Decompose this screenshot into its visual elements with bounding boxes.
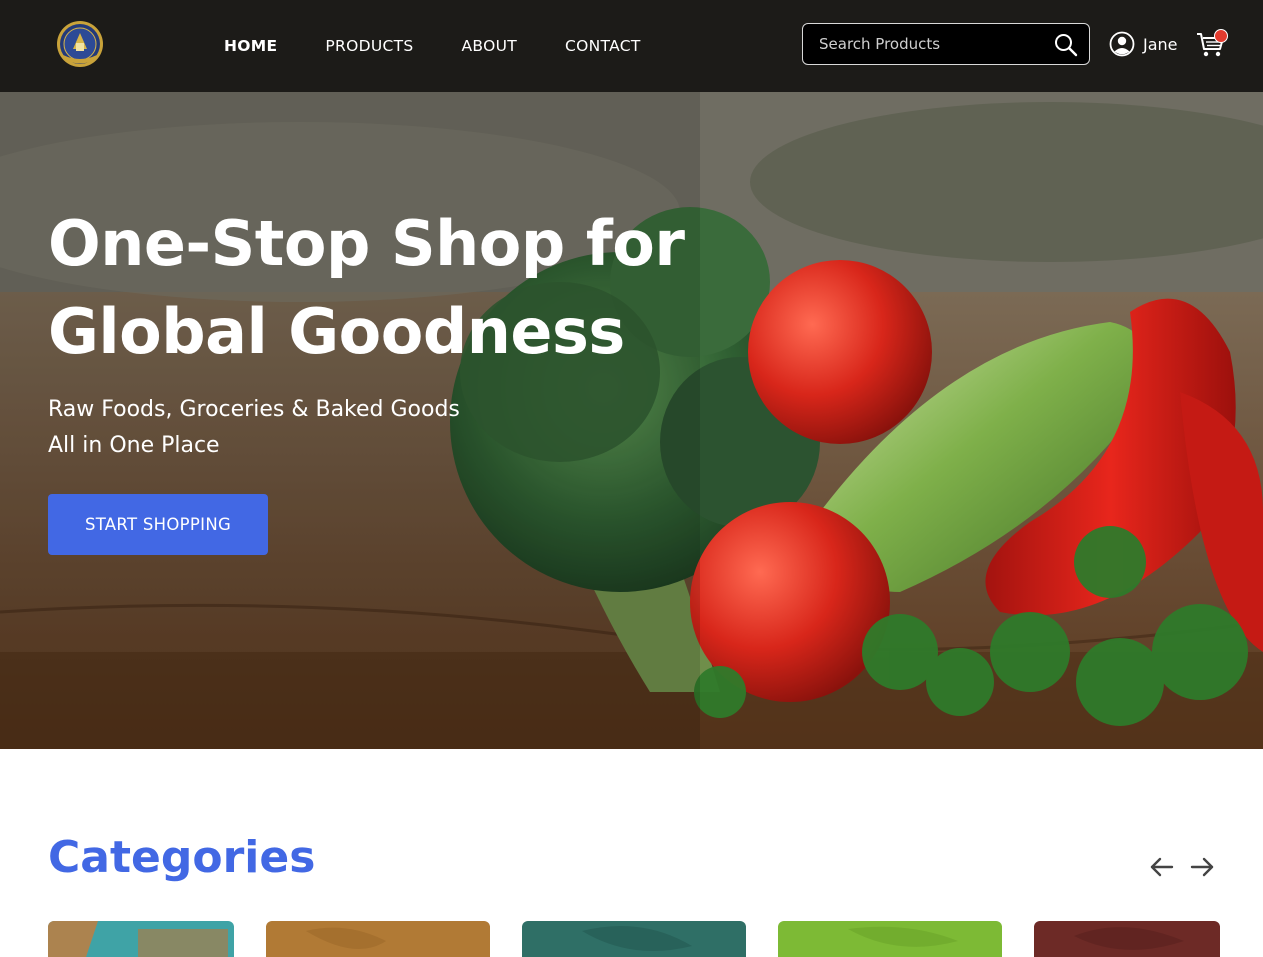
nav-about[interactable]: ABOUT	[462, 37, 517, 55]
main-nav: HOME PRODUCTS ABOUT CONTACT	[224, 0, 689, 92]
user-name[interactable]: Jane	[1143, 35, 1178, 54]
nav-home[interactable]: HOME	[224, 37, 277, 55]
crest-logo-icon[interactable]	[55, 19, 105, 69]
hero-subtitle: Raw Foods, Groceries & Baked Goods All i…	[48, 392, 460, 464]
hero-subtitle-line1: Raw Foods, Groceries & Baked Goods	[48, 397, 460, 422]
arrow-right-icon[interactable]	[1187, 852, 1217, 882]
categories-heading: Categories	[48, 832, 316, 883]
hero-banner: One-Stop Shop for Global Goodness Raw Fo…	[0, 92, 1263, 749]
hero-title-line1: One-Stop Shop for	[48, 207, 685, 280]
category-card[interactable]	[266, 921, 490, 957]
user-avatar-icon[interactable]	[1109, 31, 1135, 57]
start-shopping-button[interactable]: START SHOPPING	[48, 494, 268, 555]
category-card[interactable]	[778, 921, 1002, 957]
hero-title-line2: Global Goodness	[48, 295, 625, 368]
hero-subtitle-line2: All in One Place	[48, 433, 220, 458]
category-card[interactable]	[1034, 921, 1220, 957]
hero-title: One-Stop Shop for Global Goodness	[48, 200, 748, 376]
category-card[interactable]	[522, 921, 746, 957]
category-cards	[48, 921, 1220, 957]
search-icon[interactable]	[1053, 32, 1079, 58]
search-input[interactable]	[803, 24, 1043, 64]
nav-contact[interactable]: CONTACT	[565, 37, 641, 55]
category-card[interactable]	[48, 921, 234, 957]
cart-badge	[1214, 29, 1228, 43]
arrow-left-icon[interactable]	[1147, 852, 1177, 882]
site-header: HOME PRODUCTS ABOUT CONTACT Jane	[0, 0, 1263, 92]
nav-products[interactable]: PRODUCTS	[325, 37, 413, 55]
user-account[interactable]: Jane	[1109, 30, 1178, 58]
search-box	[802, 23, 1090, 65]
